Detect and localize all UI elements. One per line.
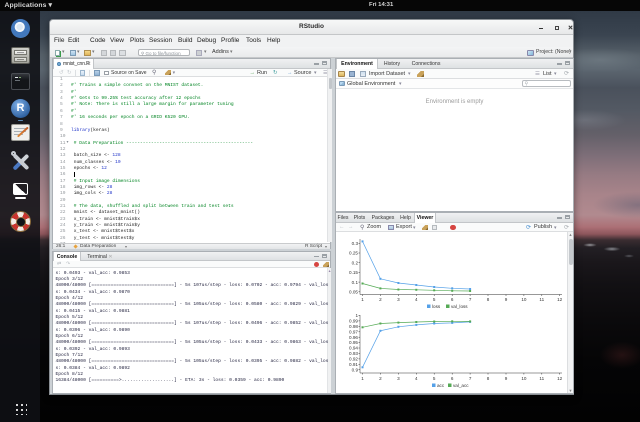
- svg-text:12: 12: [557, 376, 563, 381]
- svg-text:3: 3: [397, 297, 400, 302]
- svg-text:4: 4: [415, 376, 418, 381]
- svg-text:2: 2: [379, 297, 382, 302]
- svg-text:5: 5: [433, 297, 436, 302]
- svg-text:8: 8: [487, 297, 490, 302]
- svg-text:0.3: 0.3: [352, 241, 359, 246]
- svg-text:loss: loss: [432, 304, 441, 309]
- svg-text:0.96: 0.96: [349, 335, 358, 340]
- svg-text:9: 9: [505, 297, 508, 302]
- svg-text:10: 10: [521, 297, 527, 302]
- svg-text:1: 1: [361, 297, 364, 302]
- svg-text:7: 7: [469, 376, 472, 381]
- svg-text:acc: acc: [437, 383, 445, 388]
- svg-text:0.99: 0.99: [349, 319, 358, 324]
- svg-text:11: 11: [539, 376, 544, 381]
- svg-text:0.98: 0.98: [349, 324, 358, 329]
- svg-text:7: 7: [469, 297, 472, 302]
- svg-text:3: 3: [397, 376, 400, 381]
- svg-text:5: 5: [433, 376, 436, 381]
- svg-text:0.93: 0.93: [349, 351, 358, 356]
- svg-text:2: 2: [379, 376, 382, 381]
- svg-text:0.05: 0.05: [349, 290, 358, 295]
- svg-text:val_acc: val_acc: [453, 383, 469, 388]
- svg-text:0.9: 0.9: [352, 367, 359, 372]
- svg-text:9: 9: [505, 376, 508, 381]
- svg-text:8: 8: [487, 376, 490, 381]
- svg-text:4: 4: [415, 297, 418, 302]
- svg-text:0.25: 0.25: [349, 251, 358, 256]
- svg-text:val_loss: val_loss: [451, 304, 468, 309]
- svg-text:6: 6: [451, 297, 454, 302]
- svg-text:10: 10: [521, 376, 527, 381]
- svg-text:0.91: 0.91: [349, 362, 358, 367]
- svg-text:0.1: 0.1: [352, 280, 359, 285]
- svg-text:11: 11: [539, 297, 544, 302]
- svg-text:6: 6: [451, 376, 454, 381]
- svg-text:0.94: 0.94: [349, 346, 358, 351]
- svg-text:0.97: 0.97: [349, 329, 358, 334]
- svg-text:0.15: 0.15: [349, 270, 358, 275]
- svg-text:1: 1: [355, 313, 358, 318]
- svg-text:12: 12: [557, 297, 563, 302]
- svg-text:0.2: 0.2: [352, 260, 359, 265]
- svg-text:1: 1: [361, 376, 364, 381]
- svg-text:0.92: 0.92: [349, 357, 358, 362]
- svg-text:0.95: 0.95: [349, 340, 358, 345]
